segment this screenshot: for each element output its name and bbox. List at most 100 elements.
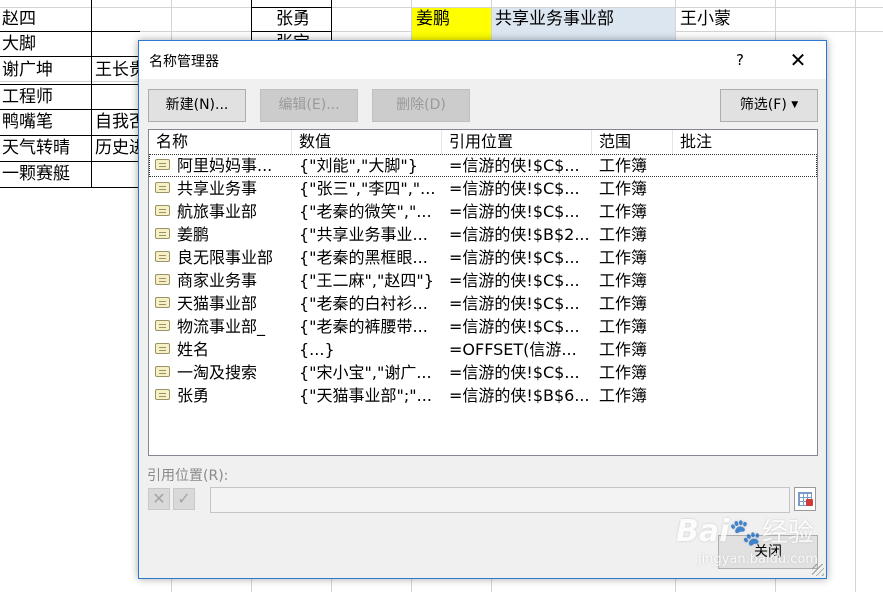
row-name: 姜鹏 (177, 225, 210, 244)
cell-border (0, 109, 140, 110)
row-comment (680, 246, 810, 269)
row-value: {"宋小宝","谢广... (299, 363, 432, 382)
name-manager-dialog: 名称管理器 ? ✕ 新建(N)... 编辑(E)... 删除(D) 筛选(F) … (138, 40, 827, 579)
row-scope: 工作簿 (599, 225, 648, 244)
row-ref: =信游的侠!$C$... (449, 363, 580, 382)
row-value: {"老秦的白衬衫... (299, 294, 428, 313)
row-value: {"老秦的裤腰带... (299, 317, 428, 336)
ref-input[interactable] (210, 487, 790, 513)
cell-b[interactable]: 自我否 (93, 111, 139, 133)
row-ref: =信游的侠!$C$... (449, 294, 580, 313)
title-bar[interactable]: 名称管理器 ? ✕ (139, 41, 826, 79)
table-row[interactable]: 天猫事业部 {"老秦的白衬衫... =信游的侠!$C$... 工作簿 (149, 292, 817, 315)
cell-border (91, 0, 92, 188)
cell-border (0, 31, 140, 32)
row-name: 商家业务事 (177, 271, 258, 290)
row-ref: =信游的侠!$C$... (449, 179, 580, 198)
table-row[interactable]: 物流事业部_ {"老秦的裤腰带... =信游的侠!$C$... 工作簿 (149, 315, 817, 338)
row-name: 一淘及搜索 (177, 363, 258, 382)
name-tag-icon (155, 228, 170, 239)
row-comment (680, 315, 810, 338)
table-row[interactable]: 航旅事业部 {"老秦的微笑","... =信游的侠!$C$... 工作簿 (149, 200, 817, 223)
cancel-icon[interactable]: ✕ (148, 488, 170, 510)
table-row[interactable]: 姜鹏 {"共享业务事业... =信游的侠!$B$2... 工作簿 (149, 223, 817, 246)
cell-d[interactable]: 张宝 (274, 32, 330, 40)
row-value: {"天猫事业部";"... (299, 386, 432, 405)
cell-a[interactable]: 一颗赛艇 (0, 163, 90, 185)
column-header-ref[interactable]: 引用位置 (442, 130, 592, 154)
row-ref: =信游的侠!$C$... (449, 271, 580, 290)
row-ref: =信游的侠!$C$... (449, 317, 580, 336)
watermark-url: jingyan.baidu.com (698, 552, 818, 567)
edit-button[interactable]: 编辑(E)... (260, 89, 358, 122)
help-button[interactable]: ? (723, 47, 757, 73)
collapse-dialog-icon[interactable] (794, 487, 816, 511)
filter-button-label: 筛选(F) (739, 97, 787, 113)
name-tag-icon (155, 297, 170, 308)
list-header: 名称 数值 引用位置 范围 批注 (149, 130, 817, 154)
table-row[interactable]: 一淘及搜索 {"宋小宝","谢广... =信游的侠!$C$... 工作簿 (149, 361, 817, 384)
row-name: 姓名 (177, 340, 210, 359)
row-name: 阿里妈妈事... (177, 156, 273, 175)
delete-button[interactable]: 删除(D) (372, 89, 470, 122)
row-scope: 工作簿 (599, 317, 648, 336)
row-scope: 工作簿 (599, 294, 648, 313)
row-value: {"王二麻","赵四"} (299, 271, 434, 290)
grid-line (855, 0, 856, 592)
column-header-value[interactable]: 数值 (292, 130, 442, 154)
cell-b[interactable]: 历史进 (93, 137, 139, 159)
row-value: {"老秦的黑框眼... (299, 248, 428, 267)
row-comment (680, 338, 810, 361)
name-tag-icon (155, 274, 170, 285)
row-value: {"刘能","大脚"} (299, 156, 418, 175)
row-value: {"老秦的微笑","... (299, 202, 432, 221)
name-tag-icon (155, 343, 170, 354)
row-comment (680, 223, 810, 246)
name-tag-icon (155, 320, 170, 331)
cell-a[interactable]: 工程师 (0, 86, 90, 108)
cell-b[interactable]: 王长贵 (93, 59, 139, 81)
close-icon[interactable]: ✕ (783, 47, 813, 73)
cell-a[interactable]: 天气转晴 (0, 137, 90, 159)
row-scope: 工作簿 (599, 202, 648, 221)
cell-a[interactable]: 赵四 (0, 8, 90, 30)
row-comment (680, 154, 810, 177)
name-tag-icon (155, 182, 170, 193)
row-scope: 工作簿 (599, 340, 648, 359)
check-icon[interactable]: ✓ (173, 488, 195, 510)
row-name: 张勇 (177, 386, 210, 405)
column-header-comment[interactable]: 批注 (673, 130, 817, 154)
row-ref: =信游的侠!$B$2... (449, 225, 589, 244)
table-row[interactable]: 良无限事业部 {"老秦的黑框眼... =信游的侠!$C$... 工作簿 (149, 246, 817, 269)
row-name: 共享业务事 (177, 179, 258, 198)
column-header-scope[interactable]: 范围 (592, 130, 673, 154)
cell-person[interactable]: 王小蒙 (676, 8, 775, 30)
table-row[interactable]: 共享业务事 {"张三","李四","... =信游的侠!$C$... 工作簿 (149, 177, 817, 200)
cell-border (0, 56, 140, 57)
cell-a[interactable]: 鸭嘴笔 (0, 111, 90, 133)
name-tag-icon (155, 205, 170, 216)
column-header-name[interactable]: 名称 (149, 130, 292, 154)
row-scope: 工作簿 (599, 248, 648, 267)
table-row[interactable]: 阿里妈妈事... {"刘能","大脚"} =信游的侠!$C$... 工作簿 (149, 154, 817, 177)
new-button[interactable]: 新建(N)... (148, 89, 246, 122)
cell-a[interactable]: 谢广坤 (0, 59, 90, 81)
watermark-brand2: 经验 (761, 518, 814, 548)
cell-d[interactable]: 张勇 (274, 8, 330, 30)
filter-button[interactable]: 筛选(F) ▼ (720, 89, 818, 122)
row-name: 良无限事业部 (177, 248, 274, 267)
row-comment (680, 292, 810, 315)
row-ref: =OFFSET(信游... (449, 340, 577, 359)
row-value: {...} (299, 340, 335, 359)
table-row[interactable]: 张勇 {"天猫事业部";"... =信游的侠!$B$6... 工作簿 (149, 384, 817, 407)
ref-label: 引用位置(R): (147, 468, 229, 484)
row-ref: =信游的侠!$C$... (449, 248, 580, 267)
cell-a[interactable]: 大脚 (0, 33, 90, 55)
row-name: 航旅事业部 (177, 202, 258, 221)
names-list[interactable]: 名称 数值 引用位置 范围 批注 阿里妈妈事... {"刘能","大脚"} =信游的… (148, 129, 818, 456)
paw-icon: 🐾 (729, 518, 762, 548)
table-row[interactable]: 姓名 {...} =OFFSET(信游... 工作簿 (149, 338, 817, 361)
dropdown-arrow-icon: ▼ (791, 100, 799, 110)
row-scope: 工作簿 (599, 386, 648, 405)
table-row[interactable]: 商家业务事 {"王二麻","赵四"} =信游的侠!$C$... 工作簿 (149, 269, 817, 292)
